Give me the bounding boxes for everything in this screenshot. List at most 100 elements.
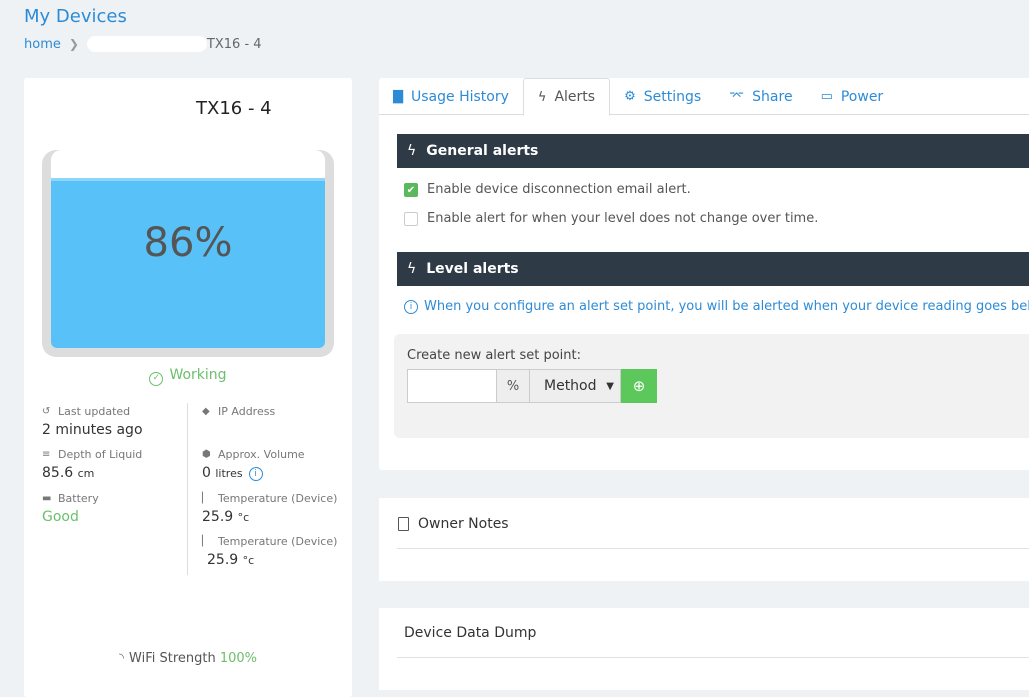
stat-unit: cm (77, 467, 95, 480)
section-title: Level alerts (426, 261, 519, 277)
tab-label: Settings (643, 88, 702, 105)
divider (397, 548, 1029, 549)
stat-label: IP Address (218, 405, 276, 418)
alerts-panel: ▇ Usage History ϟ Alerts ⚙ Settings ⌤ Share … (379, 78, 1029, 470)
level-alerts-info: i When you configure an alert set point, … (404, 299, 1029, 314)
stat-value: Good (42, 509, 79, 525)
bar-chart-icon: ▇ (393, 89, 403, 104)
stat-ip-address: ◆ IP Address (202, 405, 275, 418)
divider (397, 657, 1029, 658)
stat-battery: ▬ Battery Good (42, 492, 99, 525)
tab-settings[interactable]: ⚙ Settings (610, 78, 715, 115)
stat-depth: ≡ Depth of Liquid 85.6 cm (42, 448, 142, 481)
stat-label: Approx. Volume (218, 448, 305, 461)
no-change-alert-checkbox[interactable] (404, 211, 418, 226)
stat-value: 25.9 (207, 552, 239, 568)
tank-gauge: 86% (42, 150, 334, 357)
stat-label: Depth of Liquid (58, 448, 143, 461)
tab-label: Usage History (411, 88, 509, 105)
info-icon[interactable]: i (248, 467, 263, 481)
gear-icon: ⚙ (624, 89, 636, 104)
setpoint-form: Create new alert set point: % Method ▼ ⊕ (394, 334, 1029, 438)
info-icon: i (404, 300, 418, 314)
cube-icon: ⬢ (202, 449, 211, 460)
tank-inner: 86% (51, 150, 325, 348)
disconnect-alert-checkbox[interactable]: ✔ (404, 182, 418, 197)
option-disconnect-alert[interactable]: ✔ Enable device disconnection email alert… (404, 182, 691, 197)
thermometer-icon: ▏ (202, 536, 210, 547)
chevron-down-icon: ▼ (606, 380, 614, 392)
data-dump-title[interactable]: Device Data Dump (404, 625, 536, 641)
tab-label: Power (840, 88, 884, 105)
wifi-strength: ◝ WiFi Strength 100% (24, 651, 352, 666)
redacted-crumb (86, 36, 207, 52)
stat-value: 25.9 (202, 509, 234, 525)
level-percentage: 86% (143, 220, 233, 266)
stat-temperature-2: ▏ Temperature (Device) 25.9 °c (202, 535, 337, 568)
breadcrumb-current: TX16 - 4 (206, 36, 262, 52)
tab-usage-history[interactable]: ▇ Usage History (379, 78, 523, 115)
tab-bar: ▇ Usage History ϟ Alerts ⚙ Settings ⌤ Share … (379, 78, 1029, 116)
info-text: When you configure an alert set point, y… (424, 299, 1029, 314)
stat-temperature-1: ▏ Temperature (Device) 25.9 °c (202, 492, 337, 525)
stat-volume: ⬢ Approx. Volume 0 litres i (202, 448, 305, 481)
thermometer-icon: ▏ (202, 493, 210, 504)
stat-value: 85.6 (42, 465, 74, 481)
option-no-change-alert[interactable]: Enable alert for when your level does no… (404, 211, 818, 226)
wifi-label: WiFi Strength (129, 651, 216, 666)
device-card: TX16 - 4 86% ✓ Working ↺ Last updated 2 mi… (24, 78, 352, 697)
tab-share[interactable]: ⌤ Share (715, 78, 806, 115)
setpoint-row: % Method ▼ ⊕ (407, 369, 657, 403)
stat-unit: litres (215, 467, 243, 480)
tab-alerts[interactable]: ϟ Alerts (522, 78, 611, 116)
method-selected: Method (544, 378, 597, 394)
breadcrumb: home ❯ TX16 - 4 (24, 36, 262, 52)
stat-label: Last updated (58, 405, 131, 418)
owner-notes-header[interactable]: Owner Notes (398, 516, 509, 532)
tab-power[interactable]: ▭ Power (807, 78, 898, 115)
battery-icon: ▭ (820, 89, 833, 104)
setpoint-input[interactable] (407, 369, 497, 403)
general-alerts-header: ϟ General alerts (397, 134, 1029, 168)
option-label: Enable device disconnection email alert. (427, 182, 691, 197)
tab-label: Share (752, 88, 793, 105)
data-dump-card: Device Data Dump (379, 608, 1029, 690)
level-alerts-header: ϟ Level alerts (397, 252, 1029, 286)
page-title: My Devices (24, 6, 127, 27)
device-name: TX16 - 4 (196, 98, 272, 119)
check-circle-icon: ✓ (149, 372, 164, 386)
bolt-icon: ϟ (407, 143, 417, 159)
share-icon: ⌤ (729, 89, 745, 104)
battery-icon: ▬ (42, 493, 52, 504)
option-label: Enable alert for when your level does no… (427, 211, 819, 226)
wifi-value: 100% (219, 651, 258, 666)
section-title: General alerts (426, 143, 539, 159)
history-icon: ↺ (42, 406, 51, 417)
stat-unit: °c (242, 554, 255, 567)
method-select[interactable]: Method ▼ (530, 369, 621, 403)
notebook-icon (398, 517, 409, 531)
stats-divider (187, 403, 188, 575)
owner-notes-title: Owner Notes (418, 516, 509, 532)
stat-value: 2 minutes ago (42, 422, 143, 438)
stat-label: Battery (58, 492, 99, 505)
owner-notes-card: Owner Notes (379, 498, 1029, 581)
stat-label: Temperature (Device) (218, 492, 338, 505)
bolt-icon: ϟ (407, 261, 417, 277)
tab-label: Alerts (554, 89, 596, 105)
stat-unit: °c (237, 511, 250, 524)
stat-last-updated: ↺ Last updated 2 minutes ago (42, 405, 143, 438)
status-indicator: ✓ Working (24, 367, 352, 386)
setpoint-label: Create new alert set point: (407, 348, 582, 363)
tag-icon: ◆ (202, 406, 210, 417)
bolt-icon: ϟ (537, 89, 547, 105)
status-text: Working (169, 367, 227, 383)
chevron-right-icon: ❯ (68, 37, 79, 51)
plus-circle-icon: ⊕ (632, 377, 646, 395)
list-icon: ≡ (42, 449, 51, 460)
add-setpoint-button[interactable]: ⊕ (621, 369, 657, 403)
breadcrumb-home-link[interactable]: home (24, 37, 61, 52)
stat-label: Temperature (Device) (218, 535, 338, 548)
wifi-icon: ◝ (118, 651, 125, 666)
percent-addon: % (497, 369, 530, 403)
